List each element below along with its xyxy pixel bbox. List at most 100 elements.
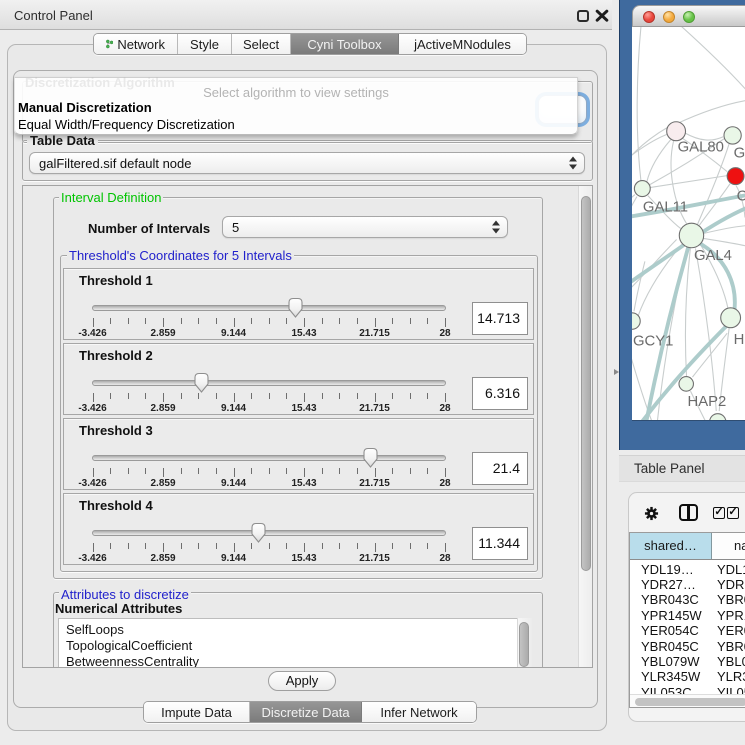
split-columns-icon[interactable]	[679, 504, 698, 521]
split-divider-grip[interactable]	[613, 368, 620, 376]
cell-name: YER054C	[717, 623, 745, 638]
slider-minor-tick	[427, 468, 428, 474]
slider-track[interactable]	[92, 455, 446, 461]
tab-cyni-toolbox[interactable]: Cyni Toolbox	[291, 34, 399, 54]
slider-major-tick	[234, 468, 235, 477]
threshold-value-field[interactable]: 14.713	[472, 302, 528, 335]
table-row[interactable]: YBR045CYBR045C	[630, 639, 745, 655]
tab-select[interactable]: Select	[232, 34, 291, 54]
slider-tick-label: 28	[439, 478, 450, 489]
slider-thumb[interactable]	[287, 297, 304, 319]
attribute-item[interactable]: TopologicalCoefficient	[59, 638, 517, 654]
float-window-icon[interactable]	[577, 10, 589, 22]
network-edge	[637, 27, 641, 181]
network-node[interactable]	[710, 414, 726, 420]
table-data-combobox-value: galFiltered.sif default node	[30, 156, 191, 171]
slider-minor-tick	[198, 318, 199, 324]
slider-minor-tick	[198, 468, 199, 474]
table-horizontal-scrollbar[interactable]	[630, 694, 745, 708]
slider-thumb[interactable]	[362, 447, 379, 469]
cell-name: YBR043C	[717, 592, 745, 607]
table-row[interactable]: YER054C YER054C	[630, 623, 745, 639]
threshold-label: Threshold 3	[79, 423, 153, 438]
tab-jactivemnodules[interactable]: jActiveMNodules	[399, 34, 526, 54]
slider-minor-tick	[410, 543, 411, 549]
network-window-titlebar[interactable]	[632, 5, 745, 27]
cell-shared-name: YBR045C	[641, 639, 699, 654]
dropdown-item-2[interactable]: Equal Width/Frequency Discretization	[18, 117, 235, 132]
slider-major-tick	[445, 543, 446, 552]
threshold-value-field[interactable]: 6.316	[472, 377, 528, 410]
tab-infer-network[interactable]: Infer Network	[362, 702, 476, 722]
slider-track[interactable]	[92, 305, 446, 311]
column-header-name[interactable]: name	[734, 533, 745, 559]
table-row[interactable]: YLR345WYLR345W	[630, 669, 745, 685]
settings-scrollbar-thumb[interactable]	[581, 196, 591, 571]
number-of-intervals-combobox[interactable]: 5	[222, 216, 508, 238]
threshold-value-field[interactable]: 11.344	[472, 527, 528, 560]
tab-network[interactable]: Network	[94, 34, 178, 54]
cell-shared-name: YDR27…	[641, 577, 696, 592]
slider-major-tick	[445, 468, 446, 477]
apply-button[interactable]: Apply	[268, 671, 336, 691]
slider-thumb[interactable]	[193, 372, 210, 394]
network-node[interactable]	[721, 308, 741, 328]
interval-definition-title: Interval Definition	[59, 191, 163, 204]
network-node[interactable]	[634, 181, 650, 197]
checkbox-icon[interactable]: ✓	[713, 507, 725, 519]
table-row[interactable]: YPR145WYPR145W	[630, 608, 745, 624]
slider-minor-tick	[357, 318, 358, 324]
network-node[interactable]	[679, 223, 703, 248]
column-header-shared-name[interactable]: shared…	[630, 533, 712, 559]
close-icon[interactable]	[595, 8, 609, 23]
attribute-item[interactable]: BetweennessCentrality	[59, 654, 517, 668]
gear-icon[interactable]	[644, 506, 659, 521]
numerical-attributes-list[interactable]: SelfLoopsTopologicalCoefficientBetweenne…	[58, 618, 518, 668]
table-data-title: Table Data	[27, 133, 98, 148]
slider-minor-tick	[216, 393, 217, 399]
slider-minor-tick	[392, 543, 393, 549]
table-row[interactable]: YDR27…YDR277C	[630, 577, 745, 593]
cyni-mode-tabs: Impute DataDiscretize DataInfer Network	[143, 701, 477, 723]
table-row[interactable]: YDL19…YDL194W	[630, 562, 745, 578]
slider-major-tick	[163, 318, 164, 327]
cell-shared-name: YER054C	[641, 623, 699, 638]
table-row[interactable]: YBL079WYBL079W	[630, 654, 745, 670]
table-row[interactable]: YBR043CYBR043C	[630, 592, 745, 608]
slider-minor-tick	[269, 468, 270, 474]
tab-style[interactable]: Style	[178, 34, 232, 54]
dropdown-item-1[interactable]: Manual Discretization	[18, 100, 152, 115]
node-table: shared… name YDL19…YDL194WYDR27…YDR277CY…	[629, 532, 745, 708]
network-node[interactable]	[679, 377, 693, 392]
network-node[interactable]	[727, 168, 744, 185]
attribute-item[interactable]: SelfLoops	[59, 622, 517, 638]
slider-thumb[interactable]	[250, 522, 267, 544]
threshold-value-field[interactable]: 21.4	[472, 452, 528, 485]
slider-major-tick	[93, 393, 94, 402]
slider-minor-tick	[269, 543, 270, 549]
network-node[interactable]	[632, 313, 640, 330]
network-node[interactable]	[724, 127, 741, 144]
control-panel-titlebar: Control Panel	[0, 0, 612, 30]
network-node-label: GA	[734, 146, 745, 162]
slider-minor-tick	[198, 543, 199, 549]
network-canvas[interactable]: GAL80GACGAL11GAL4GCY1HHAP2	[632, 27, 745, 421]
slider-tick-label: 15.43	[291, 403, 316, 414]
table-data-combobox[interactable]: galFiltered.sif default node	[29, 152, 585, 174]
checkbox-icon[interactable]: ✓	[727, 507, 739, 519]
dropdown-prompt-item[interactable]: Select algorithm to view settings	[15, 85, 577, 100]
slider-major-tick	[234, 543, 235, 552]
tab-discretize-data[interactable]: Discretize Data	[250, 702, 362, 722]
slider-track[interactable]	[92, 530, 446, 536]
network-node[interactable]	[667, 122, 686, 141]
minimize-light[interactable]	[663, 11, 675, 23]
attributes-scrollbar-thumb[interactable]	[519, 622, 529, 667]
zoom-light[interactable]	[683, 11, 695, 23]
table-hscrollbar-thumb[interactable]	[635, 698, 745, 706]
tab-impute-data[interactable]: Impute Data	[144, 702, 250, 722]
slider-minor-tick	[145, 318, 146, 324]
slider-track[interactable]	[92, 380, 446, 386]
combo-arrows-icon	[492, 221, 500, 234]
slider-major-tick	[93, 468, 94, 477]
close-light[interactable]	[643, 11, 655, 23]
